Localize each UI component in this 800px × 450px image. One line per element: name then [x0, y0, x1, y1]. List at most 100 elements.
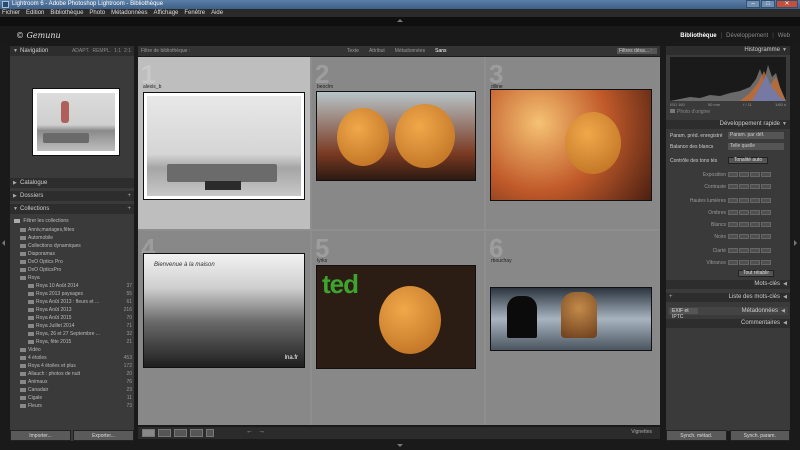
white-balance-dropdown[interactable]: Telle quelle [728, 143, 784, 150]
increase-small-button[interactable] [750, 210, 760, 215]
catalog-header[interactable]: ▶ Catalogue [10, 178, 134, 188]
export-button[interactable]: Exporter... [73, 430, 134, 441]
increase-small-button[interactable] [750, 248, 760, 253]
collection-row[interactable]: Vidéo [10, 346, 134, 354]
decrease-small-button[interactable] [739, 248, 749, 253]
collection-row[interactable]: Roya Août 2013 216 [10, 306, 134, 314]
menu-library[interactable]: Bibliothèque [50, 9, 83, 17]
previous-arrow-icon[interactable]: ← [246, 428, 253, 435]
decrease-small-button[interactable] [739, 184, 749, 189]
increase-large-button[interactable] [761, 172, 771, 177]
grid-cell[interactable]: 2 beoclm [312, 57, 484, 229]
keyword-list-header[interactable]: + Liste des mots-clés ◀ [666, 293, 790, 302]
photo-thumbnail[interactable] [316, 91, 476, 181]
saved-preset-dropdown[interactable]: Param. par déf. [728, 132, 784, 139]
collection-row[interactable]: Canadair 23 [10, 386, 134, 394]
decrease-small-button[interactable] [739, 210, 749, 215]
collections-header[interactable]: ▼ Collections + [10, 204, 134, 214]
zoom-2-1[interactable]: 2:1 [124, 46, 131, 56]
collection-row[interactable]: Automobile [10, 234, 134, 242]
increase-large-button[interactable] [761, 260, 771, 265]
photo-thumbnail[interactable] [143, 92, 305, 200]
filter-tab-none[interactable]: Sans [430, 46, 451, 56]
collection-row[interactable]: Collections dynamiques [10, 242, 134, 250]
add-collection-icon[interactable]: + [127, 204, 131, 214]
next-arrow-icon[interactable]: → [258, 428, 265, 435]
original-photo-toggle[interactable]: Photo d'origine [670, 109, 710, 115]
menu-metadata[interactable]: Métadonnées [111, 9, 147, 17]
metadata-view-dropdown[interactable]: EXIF et IPTC [670, 308, 698, 320]
collection-filter[interactable]: Filtrer les collections [14, 217, 130, 225]
collection-row[interactable]: Roya Août 2015 70 [10, 314, 134, 322]
increase-small-button[interactable] [750, 172, 760, 177]
increase-small-button[interactable] [750, 260, 760, 265]
add-keyword-icon[interactable]: + [669, 293, 673, 302]
grid-cell[interactable]: 6 rbouchay [486, 231, 660, 425]
metadata-header[interactable]: EXIF et IPTC Métadonnées ◀ [668, 307, 788, 320]
photo-thumbnail[interactable] [490, 287, 652, 351]
collection-row[interactable]: Fleurs 73 [10, 402, 134, 410]
navigator-preview[interactable] [10, 56, 134, 178]
decrease-large-button[interactable] [728, 198, 738, 203]
decrease-small-button[interactable] [739, 198, 749, 203]
grid-cell[interactable]: 3 diline [486, 57, 660, 229]
navigator-header[interactable]: ▼ Navigation ADAPT. REMPL. 1:1 2:1 [10, 46, 134, 56]
increase-small-button[interactable] [750, 198, 760, 203]
increase-large-button[interactable] [761, 234, 771, 239]
top-panel-toggle-icon[interactable] [397, 19, 403, 22]
decrease-large-button[interactable] [728, 210, 738, 215]
auto-tone-button[interactable]: Tonalité auto [728, 157, 768, 164]
menu-photo[interactable]: Photo [89, 9, 105, 17]
maximize-button[interactable]: □ [761, 0, 775, 8]
folders-header[interactable]: ▶ Dossiers + [10, 191, 134, 201]
zoom-1-1[interactable]: 1:1 [114, 46, 121, 56]
decrease-large-button[interactable] [728, 222, 738, 227]
decrease-small-button[interactable] [739, 234, 749, 239]
collection-row[interactable]: DxO OpticsPro [10, 266, 134, 274]
decrease-large-button[interactable] [728, 234, 738, 239]
collection-row[interactable]: Roya 10 Août 2014 37 [10, 282, 134, 290]
decrease-large-button[interactable] [728, 172, 738, 177]
increase-small-button[interactable] [750, 222, 760, 227]
increase-large-button[interactable] [761, 184, 771, 189]
photo-thumbnail[interactable]: Bienvenue à la maison lna.fr [143, 253, 305, 368]
menu-window[interactable]: Fenêtre [184, 9, 205, 17]
loupe-view-icon[interactable] [158, 429, 171, 437]
filter-preset-dropdown[interactable]: Filtres désa... : [617, 48, 657, 54]
collection-row[interactable]: Roya, fête 2015 21 [10, 338, 134, 346]
increase-large-button[interactable] [761, 222, 771, 227]
collection-row[interactable]: Roya Juillet 2014 71 [10, 322, 134, 330]
decrease-small-button[interactable] [739, 260, 749, 265]
survey-view-icon[interactable] [190, 429, 203, 437]
grid-cell[interactable]: 4 lauren Bienvenue à la maison lna.fr [138, 231, 310, 425]
reset-all-button[interactable]: Tout rétablir [738, 270, 774, 277]
right-panel-toggle-icon[interactable] [794, 240, 797, 246]
decrease-large-button[interactable] [728, 184, 738, 189]
collection-row[interactable]: Diaporamas [10, 250, 134, 258]
import-button[interactable]: Importer... [10, 430, 71, 441]
increase-small-button[interactable] [750, 234, 760, 239]
filter-tab-metadata[interactable]: Métadonnées [390, 46, 430, 56]
increase-large-button[interactable] [761, 248, 771, 253]
collection-row[interactable]: 4 étoiles 453 [10, 354, 134, 362]
collection-row[interactable]: Anniv,mariages,fêtes [10, 226, 134, 234]
quick-develop-header[interactable]: Développement rapide ▼ [666, 120, 790, 129]
photo-thumbnail[interactable] [490, 89, 652, 201]
collection-row[interactable]: Roya 2013 paysages 55 [10, 290, 134, 298]
increase-small-button[interactable] [750, 184, 760, 189]
filmstrip-toggle-icon[interactable] [397, 444, 403, 447]
collection-row[interactable]: Animaux 76 [10, 378, 134, 386]
menu-help[interactable]: Aide [211, 9, 223, 17]
collection-row[interactable]: Roya 4 étoiles et plus 172 [10, 362, 134, 370]
collection-row[interactable]: Roya Août 2013 : fleurs et ... 61 [10, 298, 134, 306]
module-library[interactable]: Bibliothèque [680, 33, 716, 39]
navigator-image[interactable] [32, 88, 120, 156]
grid-view-icon[interactable] [142, 429, 155, 437]
histogram-header[interactable]: Histogramme ▼ [666, 46, 790, 55]
menu-file[interactable]: Fichier [2, 9, 20, 17]
collection-row[interactable]: Roya, 26 et 27 Septembre ... 32 [10, 330, 134, 338]
filter-tab-attribute[interactable]: Attribut [364, 46, 390, 56]
painter-icon[interactable] [206, 429, 214, 437]
increase-large-button[interactable] [761, 198, 771, 203]
decrease-large-button[interactable] [728, 260, 738, 265]
